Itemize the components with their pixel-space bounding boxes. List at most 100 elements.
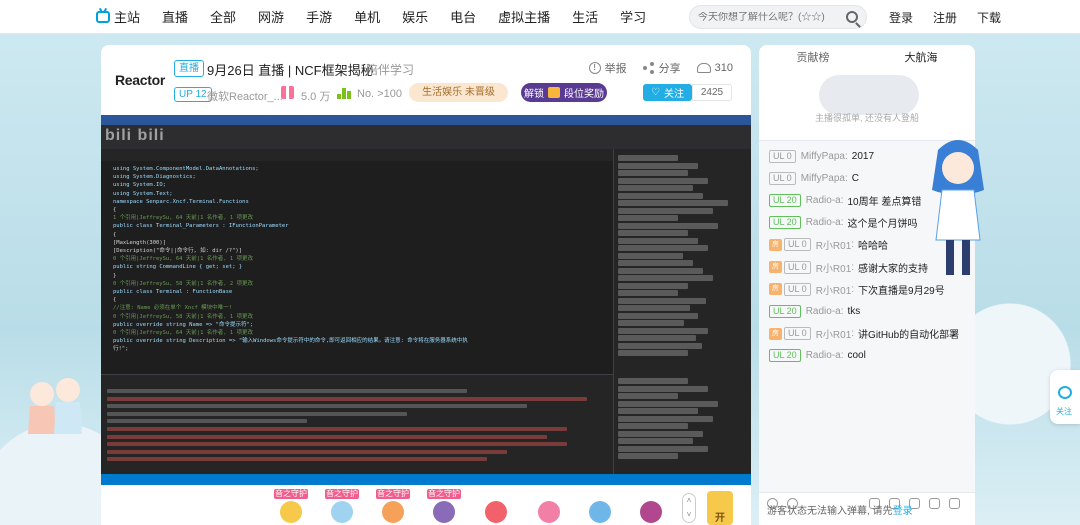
nav-item-study[interactable]: 学习 — [620, 7, 646, 26]
user-level-badge: UL 0 — [784, 260, 811, 274]
nav-item-life[interactable]: 生活 — [572, 7, 598, 26]
share-label: 分享 — [658, 63, 681, 75]
nav-home-label: 主站 — [114, 10, 141, 25]
video-player[interactable]: using System.ComponentModel.DataAnnotati… — [101, 115, 751, 485]
gift-item[interactable] — [534, 489, 564, 525]
message-icon[interactable] — [929, 498, 940, 509]
video-watermark: bili bili — [105, 127, 165, 144]
danmaku-separator: : — [840, 194, 844, 206]
code-line: 0 个引用|JeffreySu, 58 天前|1 名作者, 1 项更改 — [113, 313, 253, 320]
nav-item-vtuber[interactable]: 虚拟主播 — [498, 7, 550, 26]
danmaku-row: 房 UL 0 R小R01 : 讲GitHub的自动化部署 — [769, 323, 969, 345]
nav-item-entertainment[interactable]: 娱乐 — [402, 7, 428, 26]
nav-item-all[interactable]: 全部 — [210, 7, 236, 26]
gift-item[interactable] — [636, 489, 666, 525]
ide-tab-strip — [101, 149, 613, 161]
danmaku-username[interactable]: Radio-a — [806, 195, 841, 206]
search-input[interactable] — [698, 11, 838, 23]
danmaku-row: UL 20 Radio-a : cool — [769, 345, 969, 367]
share-button[interactable]: 分享 — [642, 60, 681, 76]
gift-scroll-toggle[interactable]: ˄ ˅ — [682, 493, 696, 523]
code-line: public string CommandLine { get; set; } — [113, 264, 243, 271]
code-line: { — [113, 207, 117, 214]
up-name-link[interactable]: 微软Reactor_... — [207, 88, 283, 104]
danmaku-separator: : — [844, 172, 848, 184]
room-area-link[interactable]: 陪伴学习 — [366, 61, 414, 78]
tree-node — [618, 290, 678, 296]
gift-label: 音之守护 — [376, 489, 410, 499]
danmaku-text: 2017 — [851, 150, 875, 162]
user-level-badge: UL 0 — [784, 327, 811, 341]
tree-node — [618, 230, 688, 236]
follow-button[interactable]: ♡ 关注 — [643, 84, 692, 101]
register-link[interactable]: 注册 — [933, 9, 957, 26]
tab-contribution[interactable]: 贡献榜 — [759, 45, 867, 71]
danmaku-username[interactable]: R小R01 — [816, 260, 852, 275]
code-line: 0 个引用|JeffreySu, 64 天前|1 名作者, 1 项更改 — [113, 330, 253, 337]
top-navigation: 主站 直播 全部 网游 手游 单机 娱乐 电台 虚拟主播 生活 学习 登录 注册… — [0, 0, 1080, 34]
viewer-count-value: 310 — [714, 62, 733, 74]
history-icon[interactable] — [949, 498, 960, 509]
nav-item-mobile-games[interactable]: 手游 — [306, 7, 332, 26]
code-line: using System.Text; — [113, 190, 173, 197]
danmaku-text: tks — [847, 305, 861, 317]
nav-item-online-games[interactable]: 网游 — [258, 7, 284, 26]
input-login-link[interactable]: 登录 — [893, 506, 913, 517]
gift-item[interactable] — [585, 489, 615, 525]
tree-node — [618, 207, 713, 214]
rank-value[interactable]: No. >100 — [357, 88, 402, 100]
gift-open-button[interactable]: 开 — [707, 491, 733, 525]
search-icon[interactable] — [846, 11, 858, 23]
tree-node — [618, 245, 708, 251]
danmaku-username[interactable]: R小R01 — [816, 282, 852, 297]
tree-node — [618, 260, 693, 266]
user-level-badge: UL 20 — [769, 216, 801, 230]
floating-follow-button[interactable]: 关注 — [1050, 370, 1080, 424]
nav-item-radio[interactable]: 电台 — [450, 7, 476, 26]
tree-node — [618, 155, 678, 161]
danmaku-username[interactable]: R小R01 — [816, 326, 852, 341]
danmaku-separator: : — [840, 305, 844, 317]
nav-item-single-player[interactable]: 单机 — [354, 7, 380, 26]
gift-item[interactable] — [481, 489, 511, 525]
danmaku-username[interactable]: R小R01 — [816, 237, 852, 252]
user-level-badge: UL 0 — [769, 171, 796, 185]
user-level-badge: UL 0 — [769, 149, 796, 163]
tree-node — [618, 430, 703, 437]
tab-captain[interactable]: 大航海 — [867, 45, 975, 71]
streamer-logo[interactable]: Reactor — [115, 72, 165, 88]
code-line: [Description("命令||命令行, 如: dir /?")] — [113, 248, 243, 255]
nav-home-link[interactable]: 主站 — [96, 7, 140, 26]
gift-item[interactable]: 音之守护 — [325, 489, 359, 525]
danmaku-username[interactable]: Radio-a — [806, 350, 841, 361]
output-row — [107, 434, 547, 439]
tree-node — [618, 385, 708, 392]
tree-node — [618, 252, 683, 259]
treasure-box-icon — [548, 87, 560, 98]
danmaku-username[interactable]: Radio-a — [806, 306, 841, 317]
unlock-reward-button[interactable]: 解锁 段位奖励 — [521, 83, 607, 102]
danmaku-username[interactable]: MiffyPapa — [801, 173, 845, 184]
danmaku-username[interactable]: MiffyPapa — [801, 151, 845, 162]
gift-item[interactable]: 音之守护 — [376, 489, 410, 525]
gift-label: 音之守护 — [274, 489, 308, 499]
login-link[interactable]: 登录 — [889, 9, 913, 26]
danmaku-username[interactable]: Radio-a — [806, 217, 841, 228]
ide-status-bar — [101, 474, 751, 485]
danmaku-text: C — [851, 172, 859, 184]
screen-taskbar — [101, 115, 751, 125]
area-rank-button[interactable]: 生活娱乐 未晋级 — [409, 83, 508, 102]
tree-node — [618, 237, 698, 244]
tree-node — [618, 350, 688, 356]
tree-node — [618, 335, 696, 341]
download-link[interactable]: 下载 — [977, 9, 1001, 26]
tree-node — [618, 177, 708, 184]
code-line: using System.Diagnostics; — [113, 174, 196, 181]
tree-node — [618, 192, 703, 199]
nav-item-live[interactable]: 直播 — [162, 7, 188, 26]
report-button[interactable]: ! 举报 — [588, 60, 627, 76]
danmaku-separator: : — [851, 261, 855, 273]
danmaku-input[interactable]: 游客状态无法输入弹幕, 请先登录 — [759, 506, 975, 525]
gift-item[interactable]: 音之守护 — [274, 489, 308, 525]
gift-item[interactable]: 音之守护 — [427, 489, 461, 525]
